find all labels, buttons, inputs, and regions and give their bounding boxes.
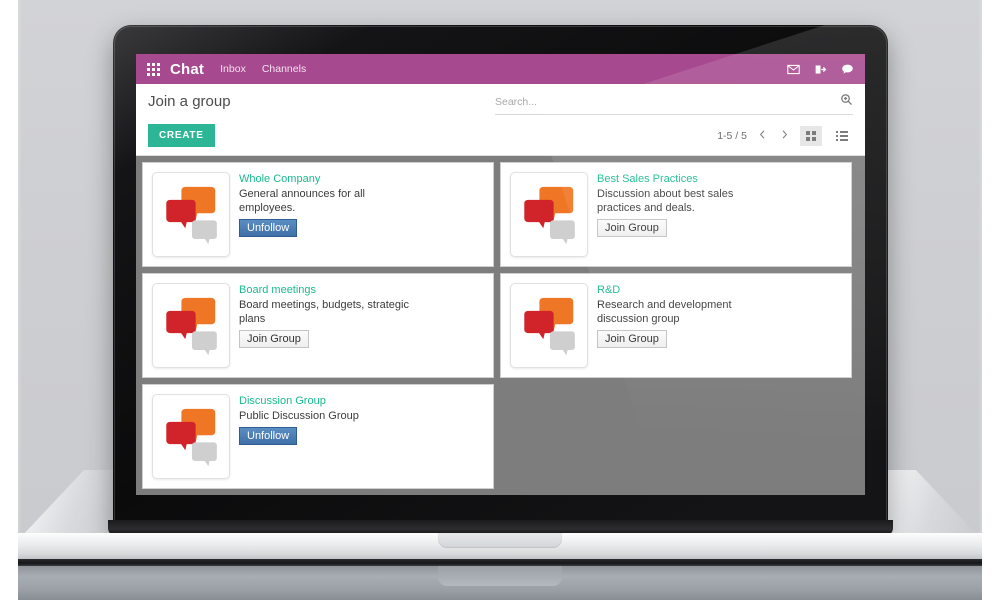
laptop-mockup: Chat Inbox Channels Join a group Search.… <box>0 0 1000 600</box>
nav-channels[interactable]: Channels <box>262 63 306 75</box>
card-description: General announces for all employees. <box>239 188 365 214</box>
kanban-card[interactable]: Best Sales Practices Discussion about bes… <box>500 162 852 267</box>
speech-bubbles-icon <box>152 283 230 368</box>
card-title[interactable]: R&D <box>597 284 767 296</box>
page-title: Join a group <box>148 93 231 110</box>
magnifier-plus-icon[interactable] <box>840 93 853 111</box>
card-body: R&D Research and development discussion g… <box>588 283 767 368</box>
kanban-card[interactable]: Discussion Group Public Discussion Group U… <box>142 384 494 489</box>
topbar-actions <box>787 63 854 76</box>
card-title[interactable]: Whole Company <box>239 173 409 185</box>
kanban-card[interactable]: R&D Research and development discussion g… <box>500 273 852 378</box>
control-row-top: Join a group <box>148 93 853 115</box>
create-button[interactable]: CREATE <box>148 124 215 147</box>
laptop-base-wing-right <box>878 470 978 536</box>
pager: 1-5 / 5 <box>717 125 853 146</box>
card-description: Public Discussion Group <box>239 410 359 422</box>
card-body: Discussion Group Public Discussion Group U… <box>230 394 409 479</box>
card-title[interactable]: Board meetings <box>239 284 409 296</box>
control-row-bottom: CREATE 1-5 / 5 <box>148 124 853 147</box>
search-field[interactable] <box>495 93 853 115</box>
kanban-card[interactable]: Whole Company General announces for all e… <box>142 162 494 267</box>
pager-count: 1-5 / 5 <box>717 129 747 142</box>
laptop-base-lip <box>18 559 982 566</box>
speech-bubbles-icon <box>152 394 230 479</box>
card-body: Whole Company General announces for all e… <box>230 172 409 257</box>
unfollow-button[interactable]: Unfollow <box>239 427 298 445</box>
speech-bubbles-icon <box>152 172 230 257</box>
card-description: Board meetings, budgets, strategic plans <box>239 299 409 325</box>
card-description: Discussion about best sales practices an… <box>597 188 734 214</box>
speech-bubbles-icon <box>510 172 588 257</box>
join-group-button[interactable]: Join Group <box>597 330 667 348</box>
chevron-right-icon[interactable] <box>778 127 791 145</box>
app-topbar: Chat Inbox Channels <box>136 54 865 84</box>
card-title[interactable]: Best Sales Practices <box>597 173 767 185</box>
join-group-button[interactable]: Join Group <box>597 219 667 237</box>
laptop-screen: Chat Inbox Channels Join a group Search.… <box>136 54 865 495</box>
grid-view-icon[interactable] <box>800 125 822 146</box>
card-body: Board meetings Board meetings, budgets, s… <box>230 283 409 368</box>
card-description: Research and development discussion grou… <box>597 299 732 325</box>
control-panel: Join a group CREATE 1-5 / 5 <box>136 84 865 156</box>
mail-icon[interactable] <box>787 63 800 76</box>
laptop-base-notch <box>438 533 562 548</box>
app-brand[interactable]: Chat <box>170 61 204 78</box>
laptop-base-wing-left <box>22 470 122 536</box>
kanban-grid: Whole Company General announces for all e… <box>142 162 859 489</box>
unfollow-button[interactable]: Unfollow <box>239 219 298 237</box>
join-group-button[interactable]: Join Group <box>239 330 309 348</box>
nav-inbox[interactable]: Inbox <box>220 63 246 75</box>
search-input[interactable] <box>495 96 840 108</box>
apps-grid-icon[interactable] <box>147 62 160 76</box>
kanban-board: Whole Company General announces for all e… <box>136 156 865 495</box>
speech-bubbles-icon <box>510 283 588 368</box>
card-body: Best Sales Practices Discussion about bes… <box>588 172 767 257</box>
laptop-base-body-notch <box>438 566 562 586</box>
chevron-left-icon[interactable] <box>756 127 769 145</box>
sign-in-icon[interactable] <box>814 63 827 76</box>
chat-bubble-icon[interactable] <box>841 63 854 76</box>
list-view-icon[interactable] <box>831 126 853 146</box>
card-title[interactable]: Discussion Group <box>239 395 409 407</box>
kanban-card[interactable]: Board meetings Board meetings, budgets, s… <box>142 273 494 378</box>
